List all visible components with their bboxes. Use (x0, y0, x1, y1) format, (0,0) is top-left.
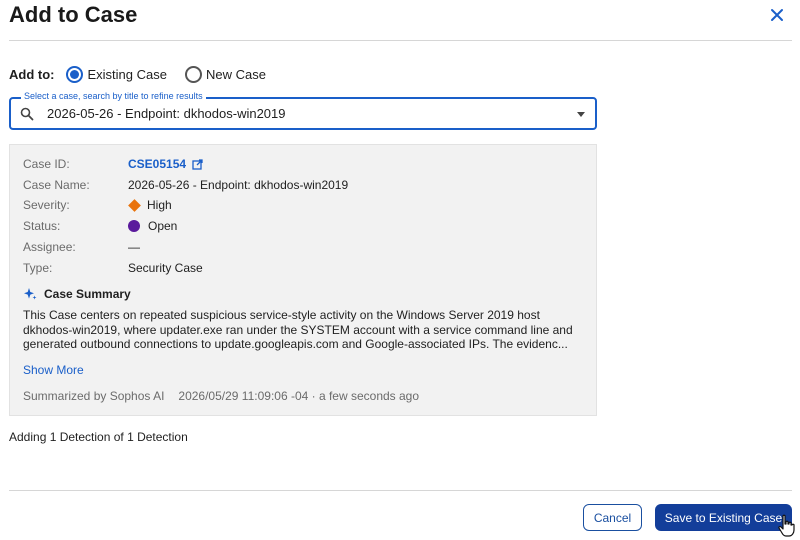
status-row: Status: Open (23, 219, 177, 233)
hand-cursor-icon (778, 514, 795, 537)
assignee-row: Assignee: — (23, 240, 140, 254)
footer-divider (9, 490, 792, 491)
type-value: Security Case (128, 261, 203, 275)
external-link-icon[interactable] (192, 158, 203, 170)
radio-indicator[interactable] (66, 66, 84, 83)
status-key: Status: (23, 219, 61, 233)
add-to-label: Add to: (9, 67, 55, 82)
cancel-button[interactable]: Cancel (583, 504, 642, 531)
case-id-key: Case ID: (23, 157, 70, 171)
sparkle-icon (24, 288, 37, 300)
close-icon[interactable] (770, 8, 784, 22)
case-select[interactable]: Select a case, search by title to refine… (9, 91, 597, 130)
chevron-down-icon[interactable] (577, 112, 585, 117)
case-summary-heading: Case Summary (23, 287, 131, 301)
existing-case-label[interactable]: Existing Case (87, 67, 166, 82)
save-to-existing-case-button[interactable]: Save to Existing Case (655, 504, 792, 531)
header-divider (9, 40, 792, 41)
summarized-by: Summarized by Sophos AI (23, 389, 165, 403)
case-select-value[interactable]: 2026-05-26 - Endpoint: dkhodos-win2019 (47, 106, 286, 121)
existing-case-radio[interactable]: Existing Case (66, 66, 167, 83)
type-key: Type: (23, 261, 53, 275)
status-value: Open (148, 219, 178, 233)
status-open-icon (128, 220, 140, 232)
severity-row: Severity: High (23, 198, 172, 212)
severity-high-icon (128, 198, 141, 212)
case-name-row: Case Name: 2026-05-26 - Endpoint: dkhodo… (23, 178, 348, 192)
summary-timestamp: 2026/05/29 11:09:06 -04 · a few seconds … (178, 389, 420, 403)
case-id-row: Case ID: CSE05154 (23, 157, 203, 171)
type-row: Type: Security Case (23, 261, 203, 275)
case-name-key: Case Name: (23, 178, 90, 192)
case-select-legend: Select a case, search by title to refine… (21, 91, 206, 101)
assignee-key: Assignee: (23, 240, 76, 254)
summary-meta: Summarized by Sophos AI 2026/05/29 11:09… (23, 389, 419, 403)
case-details-card: Case ID: CSE05154 Case Name: 2026-05-26 … (9, 144, 597, 416)
case-id-link[interactable]: CSE05154 (128, 157, 186, 171)
case-summary-title: Case Summary (44, 287, 131, 301)
show-more-link[interactable]: Show More (23, 363, 84, 377)
case-name-value: 2026-05-26 - Endpoint: dkhodos-win2019 (128, 178, 349, 192)
search-icon (20, 107, 34, 121)
severity-key: Severity: (23, 198, 70, 212)
severity-value: High (147, 198, 172, 212)
adding-detections-text: Adding 1 Detection of 1 Detection (9, 430, 188, 444)
new-case-label[interactable]: New Case (206, 67, 266, 82)
case-summary-text: This Case centers on repeated suspicious… (23, 308, 573, 351)
new-case-radio[interactable]: New Case (184, 66, 266, 83)
assignee-value: — (128, 240, 140, 254)
add-to-group: Add to: Existing Case New Case (9, 66, 284, 83)
dialog-title: Add to Case (9, 2, 138, 27)
close-button[interactable] (766, 4, 788, 26)
radio-indicator[interactable] (184, 66, 202, 83)
